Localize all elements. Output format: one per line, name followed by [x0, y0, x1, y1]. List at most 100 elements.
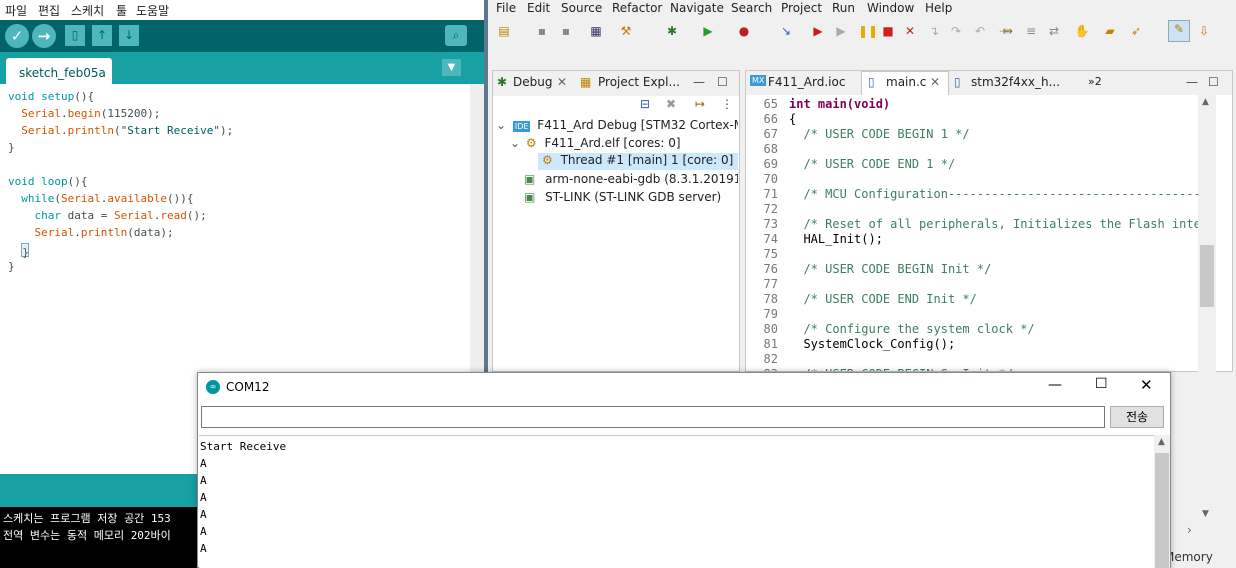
step-return-icon[interactable]: ↶ — [972, 23, 988, 39]
tree-item-stlink[interactable]: ▣ ST-LINK (ST-LINK GDB server) — [524, 190, 738, 204]
minimize-icon[interactable]: — — [693, 75, 705, 89]
ide-icon: IDE — [512, 121, 531, 132]
code-token: ( — [54, 192, 61, 205]
window-title: COM12 — [226, 380, 270, 394]
serial-output-scrollbar[interactable]: ▲ — [1154, 435, 1170, 568]
run-icon[interactable]: ▶ — [700, 23, 716, 39]
serial-monitor-icon[interactable]: ⌕ — [445, 25, 467, 46]
menu-tools[interactable]: 툴 — [116, 2, 127, 19]
disconnect-icon[interactable]: ✕ — [902, 23, 918, 39]
menu-file[interactable]: File — [496, 1, 516, 15]
save-all-icon[interactable]: ▪ — [558, 23, 574, 39]
build-icon[interactable]: ⚒ — [618, 23, 634, 39]
menu-window[interactable]: Window — [867, 1, 914, 15]
line-number: 80 — [763, 322, 778, 336]
menu-sketch[interactable]: 스케치 — [71, 2, 104, 19]
code-line: Serial.begin(115200); — [8, 105, 470, 122]
tree-item-thread[interactable]: ⚙ Thread #1 [main] 1 [core: 0] (Run — [538, 153, 738, 170]
tree-item-launch[interactable]: ⌄ IDE F411_Ard Debug [STM32 Cortex-M C/ — [496, 118, 738, 132]
tab-menu-icon[interactable]: ▼ — [442, 59, 461, 76]
save-sketch-icon[interactable]: ↓ — [119, 25, 139, 46]
skip-breakpoints-icon[interactable]: ↘ — [778, 23, 794, 39]
close-icon[interactable]: ✕ — [930, 75, 940, 89]
open-folder-icon[interactable]: ▰ — [1102, 23, 1118, 39]
rocket-icon[interactable]: ➶ — [1128, 23, 1144, 39]
tab-debug[interactable]: Debug — [513, 75, 552, 89]
step-into-icon[interactable]: ↴ — [926, 23, 942, 39]
hand-icon[interactable]: ✋ — [1074, 23, 1090, 39]
step-over-icon[interactable]: ↷ — [948, 23, 964, 39]
more-tabs-button[interactable]: »2 — [1088, 75, 1102, 88]
chevron-down-icon[interactable]: ⌄ — [510, 136, 520, 150]
upload-icon[interactable]: → — [32, 24, 56, 48]
scroll-right-icon[interactable]: › — [1187, 523, 1192, 537]
menu-run[interactable]: Run — [832, 1, 855, 15]
send-button[interactable]: 전송 — [1110, 406, 1164, 428]
menu-edit[interactable]: Edit — [527, 1, 550, 15]
instruction-stepping-icon[interactable]: ↦ — [1000, 23, 1016, 39]
serial-send-input[interactable] — [201, 406, 1105, 428]
line-number: 69 — [763, 157, 778, 171]
code-line: int main(void) — [789, 97, 891, 111]
external-tools-icon[interactable]: ● — [736, 23, 752, 39]
ide-toolbar: ▤ ▪ ▪ ▦ ⚒ ✱ ▶ ● ↘ ▶ ▶ ❚❚ ■ ✕ ↴ ↷ ↶ ⇥ ↦ ≡… — [488, 18, 1236, 44]
remove-launch-icon[interactable]: ✖ — [666, 97, 676, 111]
minimize-icon[interactable]: — — [1048, 377, 1062, 393]
tree-item-elf[interactable]: ⌄ ⚙ F411_Ard.elf [cores: 0] — [510, 136, 738, 150]
close-icon[interactable]: ✕ — [1140, 376, 1153, 394]
tab-sketch[interactable]: sketch_feb05a — [6, 58, 112, 84]
highlight-icon[interactable]: ✎ — [1168, 20, 1190, 42]
tree-item-gdb[interactable]: ▣ arm-none-eabi-gdb (8.3.1.2019121 — [524, 172, 738, 186]
menu-search[interactable]: Search — [731, 1, 772, 15]
step-mode-icon[interactable]: ↦ — [695, 97, 705, 111]
verify-icon[interactable]: ✓ — [5, 24, 29, 48]
binary-icon[interactable]: ▦ — [588, 23, 604, 39]
tab-project-explorer[interactable]: Project Expl... — [598, 75, 680, 89]
reset-icon[interactable]: ⇄ — [1046, 23, 1062, 39]
use-step-filters-icon[interactable]: ≡ — [1023, 23, 1039, 39]
resume-icon[interactable]: ▶ — [833, 23, 849, 39]
menu-help[interactable]: 도움말 — [136, 2, 169, 19]
output-line: A — [200, 525, 207, 538]
view-menu-icon[interactable]: ⋮ — [721, 97, 733, 111]
menu-refactor[interactable]: Refactor — [612, 1, 662, 15]
scrollbar-thumb[interactable] — [1200, 245, 1214, 307]
terminate-relaunch-icon[interactable]: ▶ — [810, 23, 826, 39]
output-line: A — [200, 474, 207, 487]
menu-navigate[interactable]: Navigate — [670, 1, 724, 15]
tab-main-c[interactable]: main.c — [886, 75, 926, 89]
tab-memory[interactable]: Memory — [1164, 550, 1213, 564]
c-code-editor[interactable]: 65 int main(void) 66 {67 /* USER CODE BEGIN… — [746, 95, 1198, 371]
maximize-icon[interactable]: ☐ — [717, 75, 728, 89]
menu-project[interactable]: Project — [781, 1, 822, 15]
nav-icon[interactable]: ⇩ — [1196, 23, 1212, 39]
maximize-icon[interactable]: ☐ — [1208, 75, 1219, 89]
menu-file[interactable]: 파일 — [5, 2, 27, 19]
minimize-icon[interactable]: — — [1186, 75, 1198, 89]
new-icon[interactable]: ▤ — [496, 23, 512, 39]
close-icon[interactable]: ✕ — [557, 75, 567, 89]
scrollbar-thumb[interactable] — [1155, 453, 1169, 568]
menu-source[interactable]: Source — [561, 1, 602, 15]
code-token: (){ — [74, 90, 95, 103]
menu-edit[interactable]: 편집 — [38, 2, 60, 19]
debug-icon[interactable]: ✱ — [664, 23, 680, 39]
chevron-down-icon[interactable]: ⌄ — [496, 118, 506, 132]
open-sketch-icon[interactable]: ↑ — [92, 25, 112, 46]
tab-ioc[interactable]: F411_Ard.ioc — [768, 75, 845, 89]
ioc-icon: MX — [750, 75, 767, 86]
editor-scrollbar[interactable]: ▲ ▼ — [1198, 95, 1216, 525]
debug-view — [492, 70, 740, 372]
menu-help[interactable]: Help — [925, 1, 952, 15]
terminate-icon[interactable]: ■ — [880, 23, 896, 39]
code-token: setup — [41, 90, 75, 103]
new-sketch-icon[interactable]: ▯ — [65, 25, 85, 46]
tab-stm32-header[interactable]: stm32f4xx_h... — [971, 75, 1060, 89]
suspend-icon[interactable]: ❚❚ — [858, 23, 878, 39]
save-icon[interactable]: ▪ — [534, 23, 550, 39]
collapse-all-icon[interactable]: ⊟ — [640, 97, 650, 111]
thread-icon: ⚙ — [542, 153, 553, 167]
maximize-icon[interactable]: ☐ — [1095, 376, 1108, 392]
code-line: } — [8, 258, 470, 275]
